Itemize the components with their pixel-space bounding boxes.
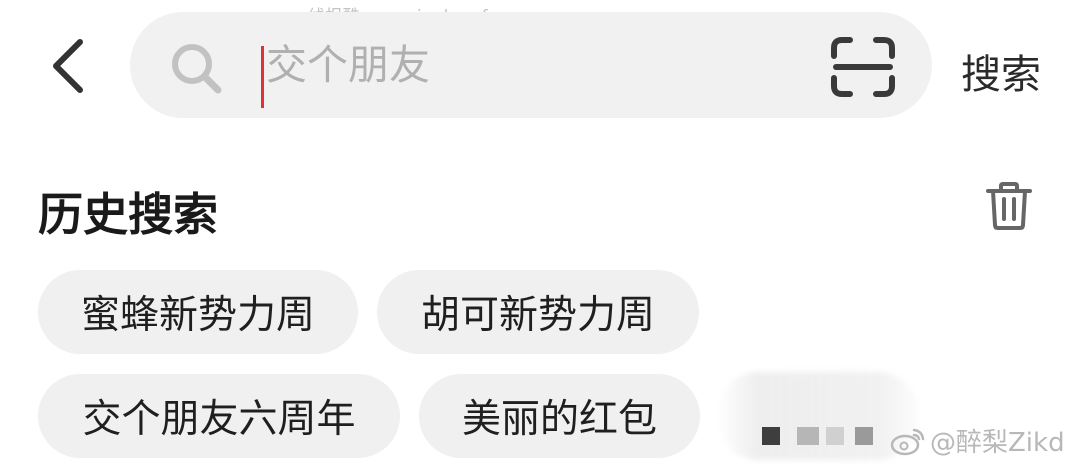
search-input[interactable] [266, 34, 826, 96]
scan-icon[interactable] [830, 36, 896, 98]
search-bar [130, 12, 932, 118]
weibo-handle: @醉梨Zikd [930, 428, 1065, 458]
mosaic-pixel [797, 427, 819, 445]
mosaic-pixel [762, 427, 780, 445]
history-chip[interactable]: 交个朋友六周年 [38, 374, 400, 458]
mosaic-pixel [826, 427, 844, 445]
blurred-chip [718, 372, 918, 460]
weibo-icon [890, 428, 925, 455]
search-submit-button[interactable]: 搜索 [961, 42, 1041, 100]
back-button[interactable] [40, 34, 96, 98]
history-chip[interactable]: 美丽的红包 [419, 374, 700, 458]
chevron-left-icon [53, 39, 83, 93]
history-chip[interactable]: 蜜蜂新势力周 [38, 270, 358, 354]
search-icon [172, 44, 222, 94]
history-title: 历史搜索 [38, 188, 219, 241]
weibo-watermark: @醉梨Zikd [890, 422, 1065, 459]
trash-icon[interactable] [984, 181, 1034, 231]
history-chip[interactable]: 胡可新势力周 [377, 270, 699, 354]
text-caret [261, 46, 264, 108]
mosaic-pixel [855, 427, 873, 445]
